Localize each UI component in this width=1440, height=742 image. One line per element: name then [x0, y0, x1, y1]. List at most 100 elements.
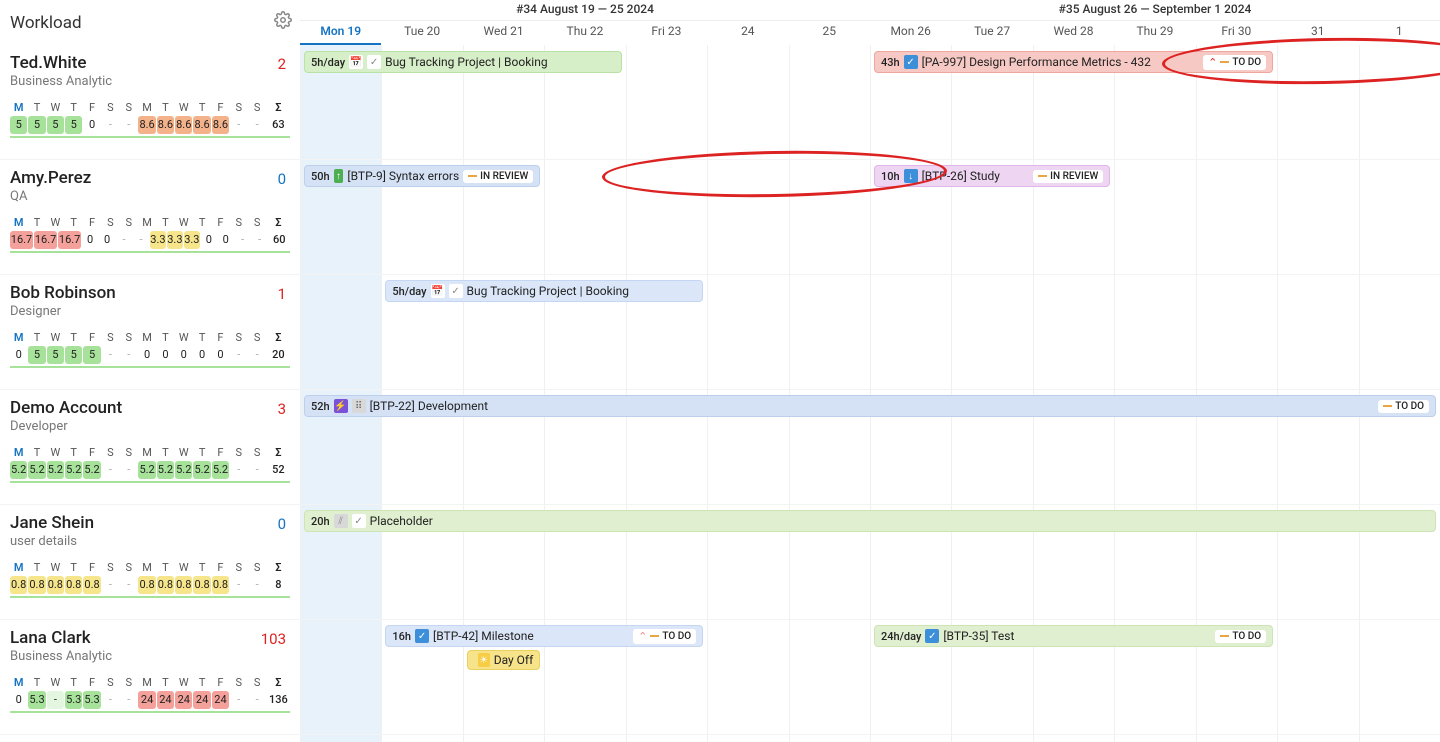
count-badge: 103 — [261, 630, 286, 648]
person-row[interactable]: Ted.White Business Analytic 2 MTWTFSSMTW… — [0, 45, 300, 160]
status-badge: TO DO — [1378, 400, 1429, 413]
slash-icon: ⫽ — [334, 514, 348, 528]
count-badge: 0 — [278, 515, 286, 533]
timeline-lane: 52h ⚡ ⠿ [BTP-22] Development TO DO — [300, 390, 1440, 505]
task-title: [BTP-22] Development — [370, 399, 488, 413]
task-title: Placeholder — [370, 514, 433, 528]
bluecheck-icon: ✓ — [904, 55, 918, 69]
day-values: 05555--00000--20 — [10, 346, 290, 364]
sidebar: Workload Ted.White Business Analytic 2 M… — [0, 0, 300, 742]
day-values: 55550--8.68.68.68.68.6--63 — [10, 116, 290, 134]
day-header[interactable]: 24 — [707, 20, 788, 45]
day-letters: MTWTFSSMTWTFSSΣ — [10, 331, 290, 344]
bluecheck-icon: ✓ — [925, 629, 939, 643]
day-header[interactable]: Thu 22 — [544, 20, 625, 45]
check-icon: ✓ — [367, 55, 381, 69]
day-header[interactable]: Wed 21 — [463, 20, 544, 45]
task-hours: 52h — [311, 400, 330, 413]
day-values: 16.716.716.700--3.33.33.300--60 — [10, 231, 290, 249]
task-title: [BTP-9] Syntax errors — [347, 169, 459, 183]
task-bar[interactable]: 20h ⫽ ✓ Placeholder — [304, 510, 1436, 532]
person-row[interactable]: Demo Account Developer 3 MTWTFSSMTWTFSSΣ… — [0, 390, 300, 505]
task-title: Day Off — [494, 653, 534, 667]
person-name: Amy.Perez — [10, 168, 290, 188]
timeline-lane: 5h/day 📅 ✓ Bug Tracking Project | Booking — [300, 275, 1440, 390]
status-badge: IN REVIEW — [1033, 170, 1103, 183]
person-role: QA — [10, 189, 290, 204]
timeline: #34 August 19 — 25 2024#35 August 26 — S… — [300, 0, 1440, 742]
bolt-icon: ⚡ — [334, 399, 348, 413]
person-name: Jane Shein — [10, 513, 290, 533]
status-badge: TO DO — [1215, 630, 1266, 643]
task-title: Bug Tracking Project | Booking — [385, 55, 548, 69]
task-hours: 5h/day — [311, 56, 345, 69]
person-row[interactable]: Amy.Perez QA 0 MTWTFSSMTWTFSSΣ 16.716.71… — [0, 160, 300, 275]
task-title: [PA-997] Design Performance Metrics - 43… — [922, 55, 1151, 69]
day-header[interactable]: 25 — [789, 20, 870, 45]
count-badge: 2 — [278, 55, 286, 73]
day-header[interactable]: Mon 19 — [300, 20, 381, 45]
day-header[interactable]: Tue 27 — [951, 20, 1032, 45]
task-hours: 43h — [881, 56, 900, 69]
day-values: 05.3-5.35.3--2424242424--136 — [10, 691, 290, 709]
task-bar[interactable]: 5h/day 📅 ✓ Bug Tracking Project | Booking — [385, 280, 703, 302]
person-row[interactable]: Lana Clark Business Analytic 103 MTWTFSS… — [0, 620, 300, 735]
task-bar[interactable]: ☀ Day Off — [467, 650, 540, 670]
task-title: Bug Tracking Project | Booking — [467, 284, 630, 298]
tree-icon: ⠿ — [352, 399, 366, 413]
day-header[interactable]: Tue 20 — [381, 20, 462, 45]
count-badge: 3 — [278, 400, 286, 418]
day-header[interactable]: Thu 29 — [1114, 20, 1195, 45]
bluecheck-icon: ✓ — [415, 629, 429, 643]
star-icon: ☀ — [478, 653, 490, 667]
day-letters: MTWTFSSMTWTFSSΣ — [10, 561, 290, 574]
uparrow-icon: ↑ — [334, 169, 344, 183]
task-hours: 50h — [311, 170, 330, 183]
day-header[interactable]: Wed 28 — [1033, 20, 1114, 45]
day-values: 5.25.25.25.25.2--5.25.25.25.25.2--52 — [10, 461, 290, 479]
task-title: [BTP-35] Test — [943, 629, 1014, 643]
person-role: user details — [10, 534, 290, 549]
task-bar[interactable]: 16h ✓ [BTP-42] Milestone ⌃TO DO — [385, 625, 703, 647]
day-letters: MTWTFSSMTWTFSSΣ — [10, 676, 290, 689]
day-header[interactable]: Mon 26 — [870, 20, 951, 45]
day-letters: MTWTFSSMTWTFSSΣ — [10, 101, 290, 114]
task-bar[interactable]: 50h ↑[BTP-9] Syntax errors IN REVIEW — [304, 165, 540, 187]
person-role: Business Analytic — [10, 74, 290, 89]
gear-icon[interactable] — [274, 11, 292, 34]
week-label: #35 August 26 — September 1 2024 — [870, 0, 1440, 20]
task-bar[interactable]: 52h ⚡ ⠿ [BTP-22] Development TO DO — [304, 395, 1436, 417]
sidebar-header: Workload — [0, 0, 300, 45]
person-role: Developer — [10, 419, 290, 434]
task-hours: 16h — [392, 630, 411, 643]
status-badge: IN REVIEW — [463, 170, 533, 183]
person-row[interactable]: Jane Shein user details 0 MTWTFSSMTWTFSS… — [0, 505, 300, 620]
task-hours: 5h/day — [392, 285, 426, 298]
person-row[interactable]: Bob Robinson Designer 1 MTWTFSSMTWTFSSΣ … — [0, 275, 300, 390]
status-badge: ⌃TO DO — [633, 629, 696, 644]
day-letters: MTWTFSSMTWTFSSΣ — [10, 216, 290, 229]
person-role: Designer — [10, 304, 290, 319]
count-badge: 0 — [278, 170, 286, 188]
person-name: Ted.White — [10, 53, 290, 73]
sidebar-title: Workload — [10, 13, 82, 33]
task-bar[interactable]: 5h/day 📅 ✓ Bug Tracking Project | Booking — [304, 51, 622, 73]
count-badge: 1 — [278, 285, 286, 303]
task-hours: 20h — [311, 515, 330, 528]
person-name: Demo Account — [10, 398, 290, 418]
cal-icon: 📅 — [349, 55, 363, 69]
cal-icon: 📅 — [431, 284, 445, 298]
check-icon: ✓ — [449, 284, 463, 298]
task-title: [BTP-42] Milestone — [433, 629, 534, 643]
week-label: #34 August 19 — 25 2024 — [300, 0, 870, 20]
task-hours: 24h/day — [881, 630, 921, 643]
task-bar[interactable]: 24h/day ✓ [BTP-35] Test TO DO — [874, 625, 1273, 647]
person-name: Bob Robinson — [10, 283, 290, 303]
check-icon: ✓ — [352, 514, 366, 528]
person-role: Business Analytic — [10, 649, 290, 664]
person-name: Lana Clark — [10, 628, 290, 648]
timeline-header: #34 August 19 — 25 2024#35 August 26 — S… — [300, 0, 1440, 45]
day-header[interactable]: Fri 23 — [626, 20, 707, 45]
timeline-lane: 16h✓[BTP-42] Milestone⌃TO DO☀Day Off24h/… — [300, 620, 1440, 735]
priority-icon: ⌃ — [638, 630, 647, 643]
